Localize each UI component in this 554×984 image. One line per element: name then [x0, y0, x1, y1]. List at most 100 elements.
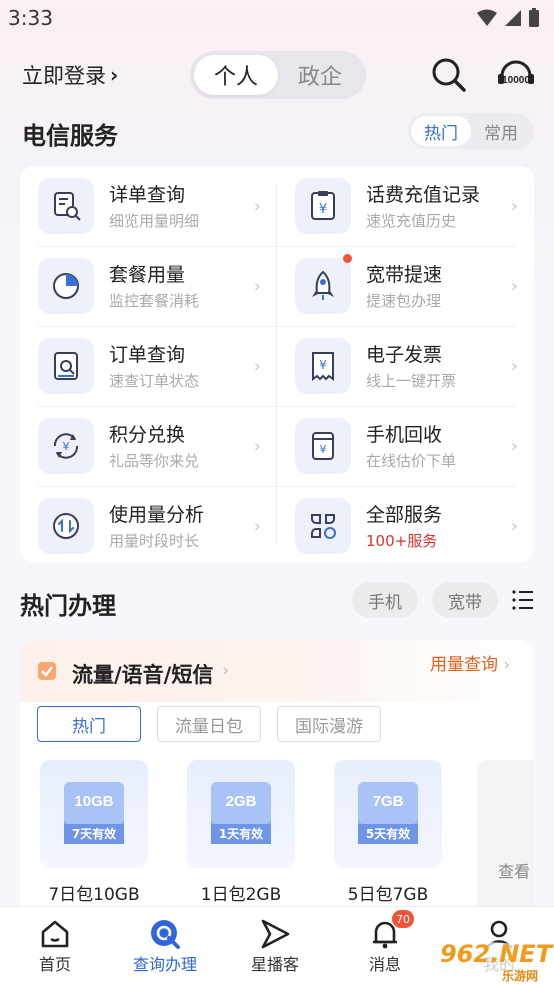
package-tabs: 热门 流量日包 国际漫游 [37, 706, 381, 742]
phone-recycle-icon: ¥ [295, 418, 351, 474]
service-subtitle: 礼品等你来兑 [109, 452, 200, 470]
package-card: 2GB 1天有效 [187, 760, 295, 868]
package-item[interactable]: 10GB 7天有效 7日包10GB [40, 760, 150, 905]
check-badge-icon [38, 662, 56, 680]
svg-text:乐游网: 乐游网 [502, 968, 538, 983]
toggle-hot[interactable]: 热门 [411, 116, 471, 146]
service-title: 套餐用量 [109, 264, 186, 286]
view-more-card[interactable] [477, 760, 534, 920]
chevron-right-icon: › [110, 63, 119, 87]
search-icon[interactable] [430, 56, 468, 98]
detail-search-icon [38, 178, 94, 234]
nav-label: 星播客 [250, 955, 299, 974]
chevron-right-icon: › [510, 436, 518, 457]
nav-query[interactable]: 查询办理 [110, 907, 220, 984]
service-usage-analysis[interactable]: 使用量分析 用量时段时长 › [20, 486, 277, 566]
service-title: 订单查询 [109, 344, 186, 366]
hot-card-header[interactable]: 流量/语音/短信 › 用量查询 › [20, 640, 534, 702]
service-title: 积分兑换 [109, 424, 186, 446]
signal-icon [505, 10, 521, 26]
svg-text:10000: 10000 [502, 75, 530, 86]
invoice-icon: ¥ [295, 338, 351, 394]
service-title: 全部服务 [366, 504, 443, 526]
service-all-services[interactable]: 全部服务 100+服务 › [277, 486, 534, 566]
nav-home[interactable]: 首页 [0, 907, 110, 984]
service-subtitle: 提速包办理 [366, 292, 442, 310]
package-name: 1日包2GB [200, 885, 282, 905]
nav-podcast[interactable]: 星播客 [220, 907, 330, 984]
home-icon [41, 920, 69, 948]
row-divider [38, 486, 516, 487]
service-subtitle: 速览充值历史 [366, 212, 457, 230]
view-more-label[interactable]: 查看 [498, 858, 530, 882]
svg-text:7GB: 7GB [373, 793, 404, 810]
package-item[interactable]: 2GB 1天有效 1日包2GB [187, 760, 297, 905]
telecom-toggle[interactable]: 热门 常用 [408, 113, 534, 149]
nav-label: 首页 [38, 955, 71, 974]
account-type-switch[interactable]: 个人 政企 [190, 51, 366, 99]
svg-text:¥: ¥ [319, 358, 327, 372]
status-time: 3:33 [8, 6, 53, 30]
service-recharge-record[interactable]: ¥ 话费充值记录 速览充值历史 › [277, 166, 534, 246]
section-title-telecom: 电信服务 [22, 122, 118, 150]
chevron-right-icon: › [253, 516, 261, 537]
service-detail-query[interactable]: 详单查询 细览用量明细 › [20, 166, 277, 246]
tab-hot[interactable]: 热门 [37, 706, 141, 742]
status-icons [476, 8, 540, 28]
chevron-right-icon: › [253, 436, 261, 457]
service-subtitle: 100+服务 [366, 532, 438, 550]
service-points-exchange[interactable]: ¥ 积分兑换 礼品等你来兑 › [20, 406, 277, 486]
row-divider [38, 406, 516, 407]
package-item[interactable]: 7GB 5天有效 5日包7GB [334, 760, 444, 905]
tab-daily-data[interactable]: 流量日包 [157, 706, 261, 742]
filter-broadband[interactable]: 宽带 [432, 582, 498, 618]
service-subtitle: 速查订单状态 [109, 372, 200, 390]
chevron-right-icon: › [510, 356, 518, 377]
toggle-common[interactable]: 常用 [471, 116, 531, 146]
svg-text:¥: ¥ [63, 440, 70, 453]
play-arrow-icon [261, 919, 290, 949]
usage-analysis-icon [38, 498, 94, 554]
tab-roaming[interactable]: 国际漫游 [277, 706, 381, 742]
rocket-icon [295, 258, 351, 314]
battery-icon [529, 8, 539, 27]
service-subtitle: 用量时段时长 [109, 532, 200, 550]
wifi-icon [477, 9, 497, 26]
service-e-invoice[interactable]: ¥ 电子发票 线上一键开票 › [277, 326, 534, 406]
query-icon [151, 920, 180, 949]
chevron-right-icon: › [510, 516, 518, 537]
points-exchange-icon: ¥ [38, 418, 94, 474]
package-name: 7日包10GB [48, 885, 140, 905]
filter-phone[interactable]: 手机 [352, 582, 418, 618]
list-menu-icon[interactable] [511, 588, 535, 616]
chevron-right-icon: › [510, 196, 518, 217]
services-card: 详单查询 细览用量明细 › ¥ 话费充值记录 速览充值历史 › 套餐用量 监控套… [20, 166, 534, 562]
service-broadband-speedup[interactable]: 宽带提速 提速包办理 › [277, 246, 534, 326]
svg-text:5天有效: 5天有效 [366, 826, 411, 841]
segment-personal[interactable]: 个人 [194, 55, 278, 95]
login-link[interactable]: 立即登录 › [22, 60, 118, 90]
chevron-right-icon: › [253, 196, 261, 217]
service-phone-recycle[interactable]: ¥ 手机回收 在线估价下单 › [277, 406, 534, 486]
service-title: 话费充值记录 [366, 184, 481, 206]
message-count-badge: 70 [392, 910, 414, 928]
customer-service-icon[interactable]: 10000 [496, 56, 536, 100]
segment-enterprise[interactable]: 政企 [278, 55, 362, 95]
row-divider [38, 246, 516, 247]
row-divider [38, 326, 516, 327]
service-package-usage[interactable]: 套餐用量 监控套餐消耗 › [20, 246, 277, 326]
service-order-query[interactable]: 订单查询 速查订单状态 › [20, 326, 277, 406]
package-card: 7GB 5天有效 [334, 760, 442, 868]
service-subtitle: 细览用量明细 [109, 212, 200, 230]
svg-text:¥: ¥ [319, 202, 327, 217]
usage-query-link[interactable]: 用量查询 › [430, 650, 510, 675]
package-card: 10GB 7天有效 [40, 760, 148, 868]
svg-text:¥: ¥ [320, 443, 327, 456]
section-title-hot: 热门办理 [20, 592, 116, 620]
pie-chart-icon [38, 258, 94, 314]
package-name: 5日包7GB [347, 885, 429, 905]
column-divider [276, 184, 277, 544]
svg-text:1天有效: 1天有效 [219, 826, 264, 841]
svg-text:7天有效: 7天有效 [72, 826, 117, 841]
service-subtitle: 监控套餐消耗 [109, 292, 200, 310]
